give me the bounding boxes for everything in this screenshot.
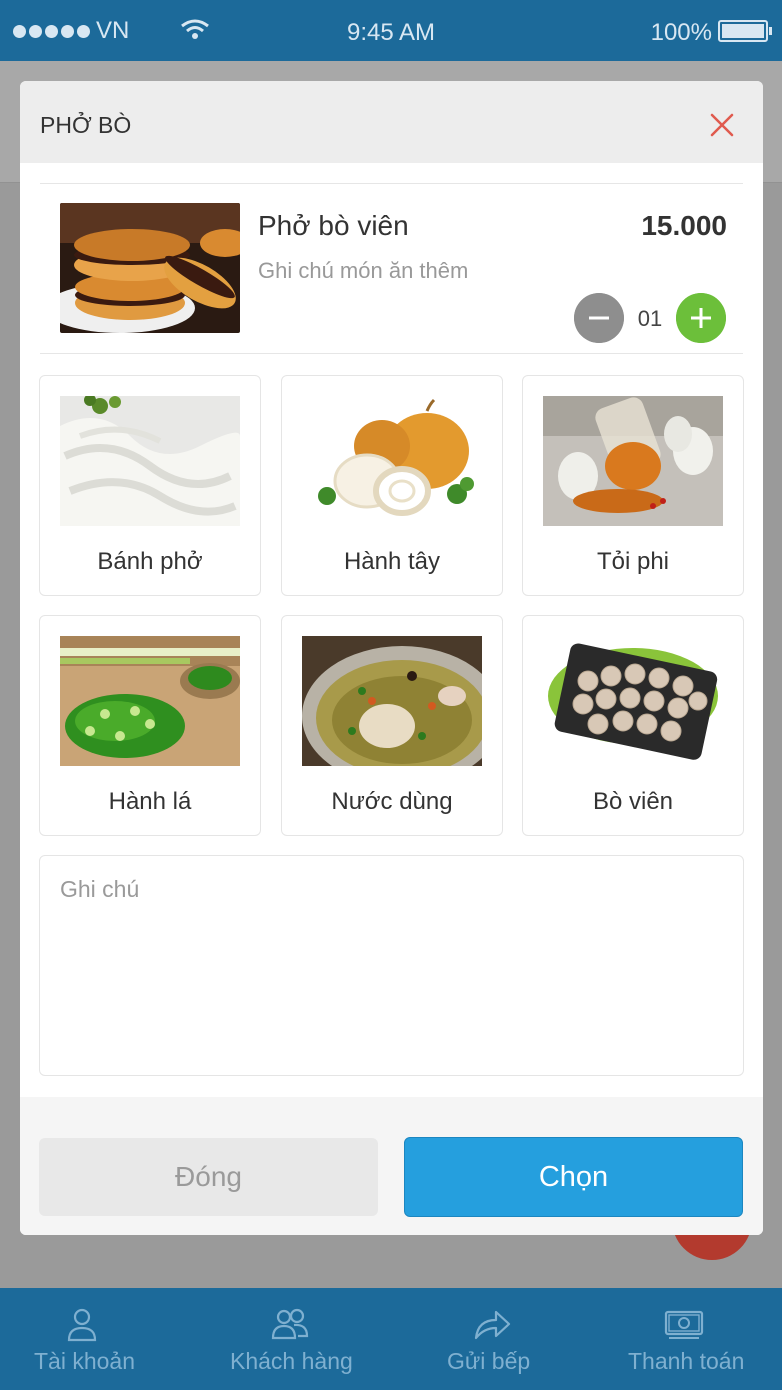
dialog-title: PHỞ BÒ: [40, 112, 132, 138]
topping-label: Bò viên: [592, 788, 674, 815]
battery-percent: 100%: [650, 19, 712, 46]
topping-label: Hành tây: [343, 548, 441, 575]
quantity-value: 01: [637, 306, 663, 331]
topping-nuoc-dung[interactable]: Nước dùng: [281, 615, 503, 836]
bottom-navigation: Tài khoản Khách hàng Gửi bếp Thanh toán: [0, 1288, 782, 1390]
users-icon: [271, 1308, 309, 1340]
nav-customers[interactable]: Khách hàng: [220, 1288, 360, 1390]
decrease-quantity-button[interactable]: [574, 293, 624, 343]
topping-label: Hành lá: [108, 788, 192, 815]
meatballs-image: [543, 636, 723, 766]
item-price: 15.000: [641, 210, 727, 241]
nav-label: Thanh toán: [628, 1348, 745, 1374]
topping-hanh-la[interactable]: Hành lá: [39, 615, 261, 836]
close-button[interactable]: Đóng: [39, 1138, 378, 1216]
topping-toi-phi[interactable]: Tỏi phi: [522, 375, 744, 596]
topping-label: Bánh phở: [97, 548, 203, 575]
user-icon: [67, 1308, 97, 1342]
close-icon[interactable]: [708, 111, 736, 139]
money-icon: [664, 1310, 704, 1339]
topping-label: Tỏi phi: [596, 548, 670, 575]
choose-button[interactable]: Chọn: [404, 1137, 743, 1217]
topping-label: Nước dùng: [331, 788, 453, 815]
nav-payment[interactable]: Thanh toán: [620, 1288, 760, 1390]
nav-label: Tài khoản: [34, 1348, 136, 1374]
dialog-header: PHỞ BÒ: [20, 81, 763, 163]
item-note[interactable]: Ghi chú món ăn thêm: [258, 258, 468, 284]
increase-quantity-button[interactable]: [676, 293, 726, 343]
nav-label: Khách hàng: [230, 1348, 353, 1374]
onion-image: [302, 396, 482, 526]
topping-bo-vien[interactable]: Bò viên: [522, 615, 744, 836]
topping-dialog: PHỞ BÒ Phở bò viên Ghi chú món ăn thêm 1…: [20, 81, 763, 1235]
green-onion-image: [60, 636, 240, 766]
battery-icon: [718, 20, 772, 42]
selected-item: Phở bò viên Ghi chú món ăn thêm 15.000 0…: [20, 184, 763, 354]
nav-account[interactable]: Tài khoản: [0, 1288, 164, 1390]
nav-send-kitchen[interactable]: Gửi bếp: [440, 1288, 540, 1390]
topping-hanh-tay[interactable]: Hành tây: [281, 375, 503, 596]
dialog-footer: Đóng Chọn: [20, 1097, 763, 1235]
note-field[interactable]: [39, 855, 744, 1076]
noodles-image: [60, 396, 240, 526]
divider: [40, 353, 743, 354]
fried-garlic-image: [543, 396, 723, 526]
status-bar: VN 9:45 AM 100%: [0, 0, 782, 61]
item-image: [60, 203, 240, 333]
topping-banh-pho[interactable]: Bánh phở: [39, 375, 261, 596]
broth-image: [302, 636, 482, 766]
item-name: Phở bò viên: [258, 210, 409, 241]
share-arrow-icon: [474, 1310, 511, 1340]
nav-label: Gửi bếp: [447, 1348, 531, 1374]
